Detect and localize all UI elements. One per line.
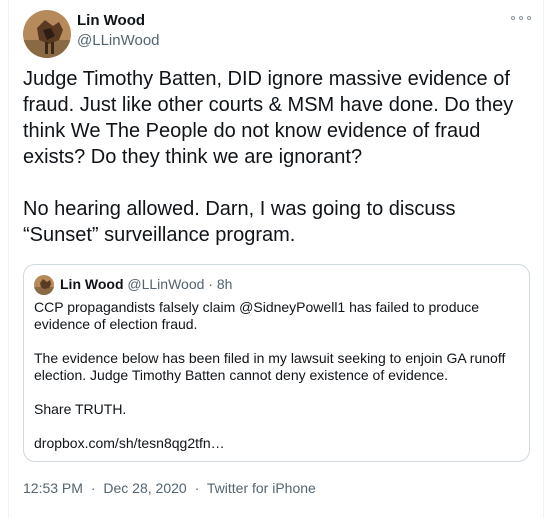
tweet-footer: 12:53 PM · Dec 28, 2020 · Twitter for iP… xyxy=(23,480,316,496)
more-horizontal-icon[interactable] xyxy=(511,12,531,24)
tweet-date[interactable]: Dec 28, 2020 xyxy=(103,480,186,496)
footer-separator: · xyxy=(90,480,96,496)
tweet-time[interactable]: 12:53 PM xyxy=(23,480,83,496)
quoted-tweet-age: 8h xyxy=(216,276,233,292)
quoted-author-name: Lin Wood xyxy=(60,276,124,292)
quoted-tweet-header: Lin Wood @LLinWood · 8h xyxy=(60,276,232,292)
tweet-text: Judge Timothy Batten, DID ignore massive… xyxy=(23,68,514,246)
tweet-card: Lin Wood @LLinWood Judge Timothy Batten,… xyxy=(8,0,544,518)
footer-separator-2: · xyxy=(194,480,200,496)
quoted-tweet-text: CCP propagandists falsely claim @SidneyP… xyxy=(34,299,506,451)
author-avatar[interactable] xyxy=(23,10,71,58)
tweet-source[interactable]: Twitter for iPhone xyxy=(207,480,316,496)
author-handle[interactable]: @LLinWood xyxy=(77,32,160,49)
quoted-tweet[interactable]: Lin Wood @LLinWood · 8h CCP propagandist… xyxy=(23,264,530,462)
quoted-separator: · xyxy=(208,276,213,292)
author-name[interactable]: Lin Wood xyxy=(77,12,145,29)
quoted-author-avatar xyxy=(34,275,54,295)
quoted-author-handle: @LLinWood xyxy=(127,276,205,292)
